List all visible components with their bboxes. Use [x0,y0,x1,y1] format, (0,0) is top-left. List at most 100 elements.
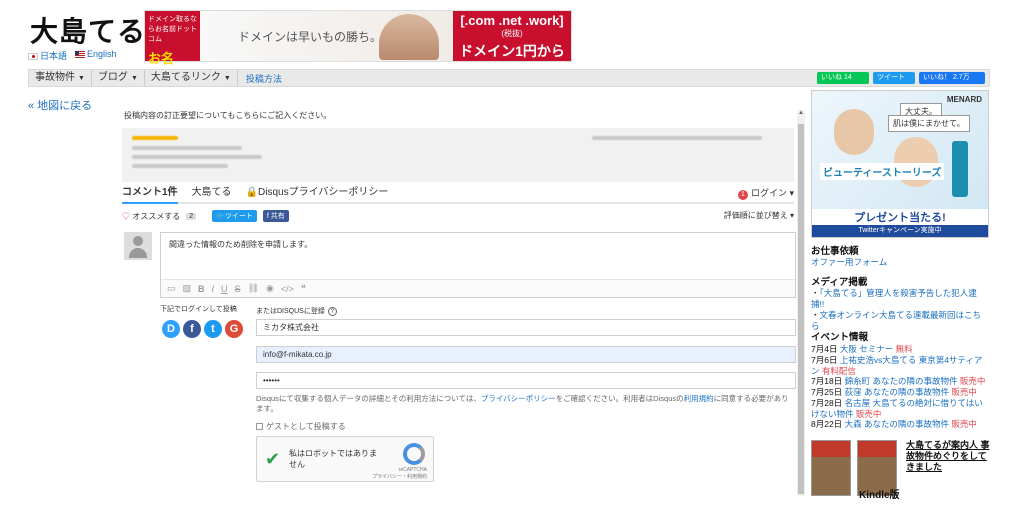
disqus-login-icon[interactable]: D [162,320,180,338]
terms-link[interactable]: 利用規約 [684,394,714,403]
underline-icon[interactable]: U [221,284,228,294]
twitter-bird-icon: 🐦 [216,213,225,220]
caret-down-icon: ▼ [130,75,138,82]
social-login-label: 下記でログインして投稿 [160,306,237,313]
help-icon[interactable]: ? [327,307,337,316]
quote-icon[interactable]: ❝ [301,283,306,294]
disqus-panel: 投稿内容の訂正要望についてもこちらにご記入ください。 コメント1件 大島てる 🔒… [118,104,808,496]
lock-icon: 🔒 [245,187,259,198]
italic-icon[interactable]: I [212,284,215,294]
facebook-login-icon[interactable]: f [183,320,201,338]
correction-note: 投稿内容の訂正要望についてもこちらにご記入ください。 [124,111,332,120]
nav-item-jikobukken[interactable]: 事故物件 ▼ [29,70,92,86]
event-item: 7月4日 大阪 セミナー 無料 [811,344,913,354]
book-cover-image[interactable] [811,440,851,496]
bold-icon[interactable]: B [198,284,205,294]
banner-person-image [379,14,439,60]
back-to-map-link[interactable]: « 地図に戻る [28,97,92,113]
offer-form-link[interactable]: オファー用フォーム [811,257,987,268]
banner-middle: ドメインは早いもの勝ち。 [200,11,453,61]
sort-dropdown[interactable]: 評価順に並び替え ▾ [724,210,794,221]
facebook-like-button[interactable]: いいね！ 2.7万 [919,72,985,84]
recaptcha-logo-icon [403,443,425,465]
language-switcher: 日本語 English [28,49,117,62]
spoiler-icon[interactable]: ◉ [266,283,274,294]
site-logo[interactable]: 大島てる [30,10,146,50]
sidebar: MENARD 大丈夫。 肌は僕にまかせて。 ビューティーストーリーズ プレゼント… [811,90,991,523]
checkmark-icon: ✔ [265,449,281,469]
heart-icon: ♡ [122,211,130,221]
facebook-share-button[interactable]: f 共有 [262,210,289,222]
comment-actions-row: ♡ オススメする 2 🐦ツイート f 共有 評価順に並び替え ▾ [122,208,794,224]
lang-ja-link[interactable]: 日本語 [28,49,67,62]
twitter-login-icon[interactable]: t [204,320,222,338]
twitter-tweet-button[interactable]: ツイート [873,72,915,84]
recommend-button[interactable]: ♡ オススメする [122,211,180,222]
caret-down-icon: ▼ [223,75,231,82]
blurred-property-info [122,128,794,182]
chevron-down-icon: ▾ [789,188,794,198]
event-item: 7月28日 名古屋 大島てるの絶対に借りてはいけない物件 販売中 [811,398,983,419]
menard-logo: MENARD [946,95,982,104]
event-item: 7月18日 錦糸町 あなたの隣の事故物件 販売中 [811,376,986,386]
editor-toolbar: ▭ ▨ B I U S ⛓ ◉ </> ❝ [161,279,795,297]
privacy-notice: Disqusにて収集する個人データの詳細とその利用方法については、プライバシーポ… [256,394,789,413]
chevron-down-icon: ▾ [789,211,794,220]
notification-badge: 1 [737,190,748,200]
media-item: ・「大島てる」管理人を殺害予告した犯人逮捕!! [811,288,977,309]
header-ad-banner[interactable]: ドメイン取るならお名前ドットコム お名前.com https://www.ona… [144,10,572,93]
strikethrough-icon[interactable]: S [235,284,241,294]
privacy-policy-link[interactable]: プライバシーポリシー [481,394,556,403]
banner-price-block: [.com .net .work] (税抜) ドメイン1円から [453,11,571,61]
comment-text[interactable]: 間違った情報のため削除を申請します。 [169,239,312,250]
email-field[interactable]: info@f-mikata.co.jp [256,346,796,363]
ad-model-image [834,109,874,155]
kindle-label: Kindle版 [859,490,900,501]
ad-product-image [952,141,968,197]
social-buttons: いいね 14 ツイート いいね！ 2.7万 [817,72,985,84]
link-icon[interactable]: ⛓ [248,283,259,294]
main-nav: 事故物件 ▼ ブログ ▼ 大島てるリンク ▼ 投稿方法 いいね 14 ツイート いいね… [28,69,990,87]
caret-down-icon: ▼ [78,75,85,82]
gif-icon[interactable]: ▭ [167,283,176,294]
site-header: 大島てる 日本語 English ドメイン取るならお名前ドットコム お名前.co… [0,0,1024,93]
job-heading: お仕事依頼 [811,246,859,257]
media-heading: メディア掲載 [811,277,868,288]
lang-en-link[interactable]: English [75,49,117,62]
events-heading: イベント情報 [811,332,869,343]
tab-privacy-policy[interactable]: 🔒Disqusプライバシーポリシー [246,184,389,204]
nav-item-links[interactable]: 大島てるリンク ▼ [145,70,238,86]
media-link[interactable]: 文春オンライン大島てる連載最新回はこちら [811,310,981,331]
us-flag-icon [75,51,86,59]
recommend-count: 2 [186,212,197,220]
image-icon[interactable]: ▨ [183,283,192,294]
onamae-logo-block: ドメイン取るならお名前ドットコム お名前.com https://www.ona… [145,11,226,93]
menard-ad[interactable]: MENARD 大丈夫。 肌は僕にまかせて。 ビューティーストーリーズ プレゼント… [811,90,989,238]
code-icon[interactable]: </> [281,284,294,294]
media-link[interactable]: 「大島てる」管理人を殺害予告した犯人逮捕!! [811,288,977,309]
tab-comments[interactable]: コメント1件 [122,184,178,204]
event-item: 8月22日 大森 あなたの隣の事故物件 販売中 [811,419,977,429]
nav-link-howto[interactable]: 投稿方法 [238,72,290,85]
login-menu[interactable]: 1 ログイン ▾ [737,186,794,200]
tab-oshimaland[interactable]: 大島てる [192,184,232,204]
password-field[interactable]: •••••• [256,372,796,389]
japan-flag-icon [28,53,38,61]
google-login-icon[interactable]: G [225,320,243,338]
recaptcha-widget[interactable]: ✔ 私はロボットではありません reCAPTCHA プライバシー・利用規約 [256,436,434,482]
scrollbar-thumb[interactable] [798,124,804,494]
line-like-button[interactable]: いいね 14 [817,72,869,84]
event-item: 7月25日 荻窪 あなたの隣の事故物件 販売中 [811,387,977,397]
comment-tabs: コメント1件 大島てる 🔒Disqusプライバシーポリシー 1 ログイン ▾ [122,184,794,204]
comment-editor[interactable]: 間違った情報のため削除を申請します。 ▭ ▨ B I U S ⛓ ◉ </> ❝ [160,232,796,298]
disqus-register-label: またはDISQUSに登録? [256,306,337,316]
scroll-up-icon[interactable]: ▲ [797,110,805,118]
nav-item-blog[interactable]: ブログ ▼ [92,70,145,86]
media-item: ・文春オンライン大島てる連載最新回はこちら [811,310,982,331]
name-field[interactable]: ミカタ株式会社 [256,319,796,336]
user-avatar [124,232,152,260]
book-title-link[interactable]: 大島てるが案内人 事故物件めぐりをしてきました [906,440,992,473]
checkbox-icon [256,423,263,431]
guest-checkbox[interactable]: ゲストとして投稿する [256,421,346,432]
tweet-share-button[interactable]: 🐦ツイート [212,210,257,222]
